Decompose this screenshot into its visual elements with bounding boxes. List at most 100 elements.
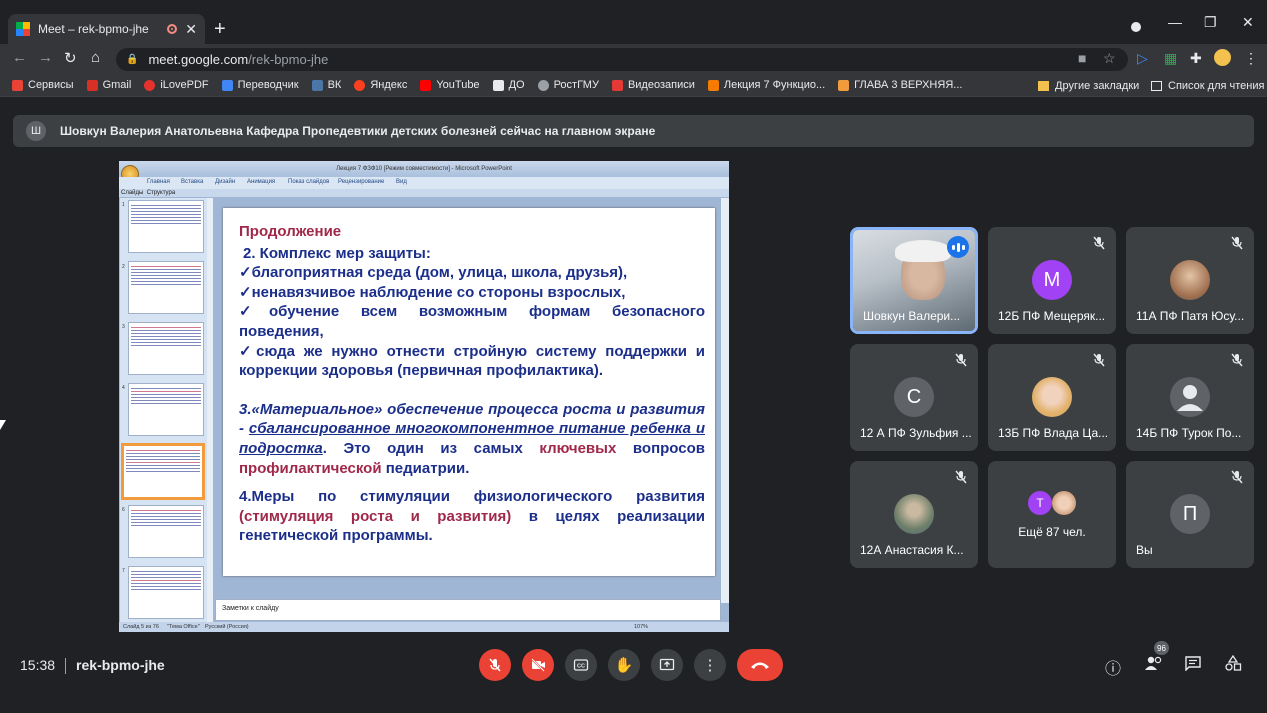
other-bookmarks[interactable]: Другие закладки — [1038, 74, 1139, 97]
participant-photo — [1032, 377, 1072, 417]
participant-tile[interactable]: С 12 А ПФ Зульфия ... — [850, 344, 978, 451]
participant-name: 11А ПФ Патя Юсу... — [1136, 309, 1245, 323]
do-icon — [492, 79, 504, 91]
bookmark-3[interactable]: Переводчик — [221, 79, 299, 91]
ribbon-tab: Анимация — [247, 179, 276, 185]
leave-call-button[interactable] — [737, 649, 783, 681]
svg-text:CC: CC — [577, 664, 585, 670]
minimize-button[interactable]: — — [1168, 14, 1182, 30]
rostgmu-icon — [537, 79, 549, 91]
presenting-banner: Ш Шовкун Валерия Анатольевна Кафедра Про… — [13, 115, 1254, 147]
ribbon-tab: Рецензирование — [338, 179, 385, 185]
extensions-puzzle-icon[interactable]: ✚ — [1190, 50, 1202, 67]
thumb-number: 4 — [122, 385, 125, 391]
participant-tile-presenter[interactable]: Шовкун Валери... — [850, 227, 978, 334]
bookmark-label: ГЛАВА 3 ВЕРХНЯЯ... — [854, 79, 963, 91]
slide-scrollbar — [721, 198, 729, 603]
tab-close-icon[interactable]: ✕ — [185, 21, 197, 38]
meeting-info: 15:38 rek-bpmo-jhe — [20, 657, 165, 675]
profile-avatar[interactable] — [1214, 49, 1231, 66]
apps-grid-icon — [12, 79, 23, 91]
extension-translate-icon[interactable]: ▦ — [1164, 50, 1177, 67]
mic-off-icon — [1092, 353, 1106, 367]
participant-name: 12А Анастасия К... — [860, 543, 964, 557]
bookmark-6[interactable]: YouTube — [420, 79, 480, 91]
thumb-number: 1 — [122, 202, 125, 208]
slide-editor: Продолжение 2. Комплекс мер защиты: ✓бла… — [215, 198, 721, 603]
mic-off-button[interactable] — [479, 649, 511, 681]
ribbon-tab: Дизайн — [215, 179, 236, 185]
chat-icon[interactable] — [1184, 655, 1202, 676]
bookmark-star-icon[interactable]: ☆ — [1103, 50, 1116, 67]
raise-hand-button[interactable]: ✋ — [608, 649, 640, 681]
back-icon[interactable]: ← — [12, 49, 27, 66]
activities-icon[interactable] — [1224, 654, 1242, 676]
participant-name: 13Б ПФ Влада Ца... — [998, 426, 1109, 440]
participant-tile[interactable]: 13Б ПФ Влада Ца... — [988, 344, 1116, 451]
slide-thumbnail — [128, 383, 204, 436]
bookmark-4[interactable]: ВК — [311, 79, 341, 91]
url-path: /rek-bpmo-jhe — [248, 52, 329, 67]
participant-name: 12Б ПФ Мещеряк... — [998, 309, 1106, 323]
more-participants-tile[interactable]: T Ещё 87 чел. — [988, 461, 1116, 568]
participant-name: 14Б ПФ Турок По... — [1136, 426, 1242, 440]
reload-icon[interactable]: ↻ — [64, 49, 77, 67]
participant-avatar-small: T — [1028, 491, 1052, 515]
extension-play-icon[interactable]: ▷ — [1137, 50, 1148, 67]
yandex-icon — [354, 79, 366, 91]
browser-tabbar: Meet – rek-bpmo-jhe ✕ + — ❐ ✕ — [0, 0, 1267, 44]
more-vert-icon: ⋮ — [702, 657, 718, 674]
reading-list[interactable]: Список для чтения — [1151, 74, 1264, 97]
participant-photo — [1170, 260, 1210, 300]
page-bottom-edge — [0, 697, 1267, 713]
home-icon[interactable]: ⌂ — [91, 49, 100, 66]
camera-icon[interactable]: ■ — [1078, 50, 1086, 66]
bookmark-8[interactable]: РостГМУ — [537, 79, 599, 91]
more-options-button[interactable]: ⋮ — [694, 649, 726, 681]
item4-paren: (стимуляция роста и развития) — [239, 507, 512, 525]
youtube-icon — [420, 79, 432, 91]
participant-tile[interactable]: 12А Анастасия К... — [850, 461, 978, 568]
video-icon — [611, 79, 623, 91]
people-icon[interactable] — [1144, 655, 1164, 676]
address-bar[interactable]: 🔒 meet.google.com/rek-bpmo-jhe — [116, 48, 1128, 71]
restore-button[interactable]: ❐ — [1204, 14, 1217, 31]
camera-off-button[interactable] — [522, 649, 554, 681]
ppt-statusbar: Слайд 5 из 76 "Тема Office" Русский (Рос… — [119, 622, 729, 632]
ilovepdf-icon — [144, 79, 156, 91]
bookmark-7[interactable]: ДО — [492, 79, 525, 91]
captions-button[interactable]: CC — [565, 649, 597, 681]
bookmark-2[interactable]: iLovePDF — [144, 79, 209, 91]
bookmarks-bar: Сервисы Gmail iLovePDF Переводчик ВК Янд… — [0, 74, 1267, 97]
new-tab-button[interactable]: + — [214, 18, 226, 41]
participant-tile[interactable]: M 12Б ПФ Мещеряк... — [988, 227, 1116, 334]
item3-mid: вопросов — [632, 439, 705, 457]
window-close-button[interactable]: ✕ — [1242, 14, 1254, 31]
bookmark-9[interactable]: Видеозаписи — [611, 79, 695, 91]
meeting-details-icon[interactable]: ⓘ — [1105, 655, 1121, 679]
participant-tile[interactable]: 14Б ПФ Турок По... — [1126, 344, 1254, 451]
hang-up-icon — [751, 662, 769, 669]
bookmark-10[interactable]: Лекция 7 Функцио... — [707, 79, 826, 91]
ppt-subribbon — [119, 189, 729, 197]
bookmark-5[interactable]: Яндекс — [354, 79, 407, 91]
forward-icon[interactable]: → — [38, 49, 53, 66]
ribbon-tab: Главная — [147, 179, 170, 185]
mic-off-icon — [489, 658, 501, 672]
browser-menu-icon[interactable]: ⋮ — [1244, 50, 1258, 67]
side-tab: Структура — [146, 190, 176, 196]
slide-thumbnail — [128, 322, 204, 375]
thumb-number: 2 — [122, 264, 125, 270]
bookmark-0[interactable]: Сервисы — [12, 79, 74, 91]
present-button[interactable] — [651, 649, 683, 681]
profile-dropdown-icon[interactable] — [1131, 22, 1141, 32]
participant-tile[interactable]: 11А ПФ Патя Юсу... — [1126, 227, 1254, 334]
browser-tab[interactable]: Meet – rek-bpmo-jhe ✕ — [8, 14, 205, 44]
bookmark-label: Лекция 7 Функцио... — [723, 79, 826, 91]
clock: 15:38 — [20, 657, 56, 673]
translate-icon — [221, 79, 233, 91]
bookmark-11[interactable]: ГЛАВА 3 ВЕРХНЯЯ... — [838, 79, 962, 91]
status-lang: Русский (Россия) — [205, 624, 249, 630]
self-tile[interactable]: П Вы — [1126, 461, 1254, 568]
bookmark-1[interactable]: Gmail — [86, 79, 131, 91]
